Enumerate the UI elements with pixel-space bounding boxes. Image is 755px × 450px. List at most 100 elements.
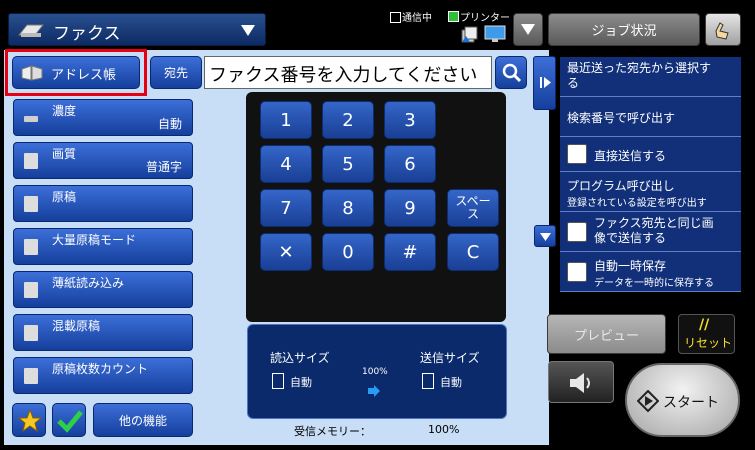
key-clear[interactable]: C	[447, 233, 499, 271]
panel-scroll-down-button[interactable]	[534, 225, 556, 247]
program-recall-title: プログラム呼び出し	[567, 179, 675, 193]
key-3[interactable]: 3	[384, 101, 436, 139]
printer-status-icon	[448, 11, 459, 22]
speaker-icon	[570, 373, 590, 393]
chevron-down-icon	[241, 25, 255, 36]
original-icon	[24, 196, 38, 212]
density-button[interactable]: 濃度 自動	[13, 99, 193, 136]
recent-destination-item[interactable]: 最近送った宛先から選択する	[560, 57, 741, 97]
fax-screen: ファクス 通信中 プリンター ジョブ状況 アドレス帳 宛先 ファクス番号を入力し…	[0, 0, 755, 450]
thin-paper-button[interactable]: 薄紙読み込み	[13, 271, 193, 308]
mixed-size-icon	[24, 325, 38, 341]
auto-save-item[interactable]: 自動一時保存 データを一時的に保存する	[560, 252, 741, 292]
status-area: 通信中 プリンター	[390, 8, 510, 48]
send-size-page-icon	[422, 373, 434, 389]
auto-save-checkbox[interactable]	[567, 262, 587, 282]
reset-button[interactable]: // リセット	[678, 314, 735, 354]
job-build-icon	[24, 239, 38, 255]
image-quality-button[interactable]: 画質 普通字	[13, 142, 193, 179]
operation-guide-button[interactable]	[705, 13, 741, 46]
mixed-size-label: 混載原稿	[52, 319, 101, 333]
other-functions-button[interactable]: 他の機能	[93, 403, 193, 437]
image-quality-label: 画質	[52, 147, 77, 161]
address-book-highlight	[5, 49, 147, 96]
key-9[interactable]: 9	[384, 189, 436, 227]
scan-size-page-icon	[272, 373, 284, 389]
density-value: 自動	[157, 117, 182, 131]
send-size-label: 送信サイズ	[420, 351, 480, 365]
fax-number-input[interactable]: ファクス番号を入力してください	[204, 56, 492, 89]
size-panel: 読込サイズ 自動 100% 送信サイズ 自動	[247, 324, 507, 419]
other-functions-label: 他の機能	[118, 413, 167, 428]
key-4[interactable]: 4	[260, 145, 312, 183]
onhook-button[interactable]	[548, 361, 614, 403]
original-label: 原稿	[52, 190, 77, 204]
density-label: 濃度	[52, 104, 77, 118]
auto-save-subtitle: データを一時的に保存する	[594, 278, 714, 289]
original-count-icon	[24, 368, 38, 384]
expand-arrow-icon	[540, 77, 551, 88]
start-diamond-icon	[637, 390, 659, 412]
key-space[interactable]: スペース	[447, 189, 499, 227]
chevron-down-icon	[521, 24, 535, 35]
star-icon	[18, 409, 42, 433]
search-button[interactable]	[495, 56, 527, 89]
job-build-label: 大量原稿モード	[52, 233, 137, 247]
original-button[interactable]: 原稿	[13, 185, 193, 222]
document-stack-icon	[461, 26, 478, 43]
key-6[interactable]: 6	[384, 145, 436, 183]
key-1[interactable]: 1	[260, 101, 312, 139]
job-build-button[interactable]: 大量原稿モード	[13, 228, 193, 265]
direct-send-label: 直接送信する	[594, 149, 667, 163]
program-recall-subtitle: 登録されている設定を呼び出す	[567, 198, 707, 209]
mode-selector[interactable]: ファクス	[8, 13, 266, 46]
recent-destination-label: 最近送った宛先から選択する	[567, 61, 712, 90]
favorite-button[interactable]	[12, 403, 46, 437]
direct-send-item[interactable]: 直接送信する	[560, 137, 741, 172]
start-label: スタート	[663, 395, 719, 411]
ratio-value: 100%	[362, 367, 388, 377]
program-recall-item[interactable]: プログラム呼び出し 登録されている設定を呼び出す	[560, 172, 741, 212]
checkmark-button[interactable]	[52, 403, 86, 437]
key-7[interactable]: 7	[260, 189, 312, 227]
chevron-down-icon	[540, 233, 551, 241]
key-asterisk[interactable]: ✕	[260, 233, 312, 271]
search-icon	[502, 63, 522, 83]
fax-number-placeholder: ファクス番号を入力してください	[209, 65, 478, 86]
start-button[interactable]: スタート	[625, 363, 740, 437]
recipient-label: 宛先	[163, 66, 188, 80]
panel-expand-button[interactable]	[533, 56, 556, 110]
status-dropdown-button[interactable]	[513, 13, 543, 46]
scan-size-value: 自動	[290, 376, 312, 389]
onhook-label: オンフック	[567, 406, 601, 432]
send-size-value: 自動	[440, 376, 462, 389]
image-quality-icon	[24, 153, 38, 169]
key-2[interactable]: 2	[322, 101, 374, 139]
key-hash[interactable]: #	[384, 233, 436, 271]
key-8[interactable]: 8	[322, 189, 374, 227]
thin-paper-icon	[24, 282, 38, 298]
search-number-label: 検索番号で呼び出す	[567, 111, 676, 125]
thin-paper-label: 薄紙読み込み	[52, 276, 125, 290]
same-image-label: ファクス宛先と同じ画像で送信する	[594, 216, 714, 245]
key-0[interactable]: 0	[322, 233, 374, 271]
arrow-right-icon	[368, 385, 380, 397]
comm-status: 通信中	[402, 13, 432, 24]
mode-title: ファクス	[53, 24, 121, 44]
same-image-checkbox[interactable]	[567, 222, 587, 242]
search-number-item[interactable]: 検索番号で呼び出す	[560, 97, 741, 137]
auto-save-title: 自動一時保存	[594, 259, 667, 273]
preview-button[interactable]: プレビュー	[547, 314, 666, 354]
key-5[interactable]: 5	[322, 145, 374, 183]
original-count-label: 原稿枚数カウント	[52, 362, 149, 376]
job-status-button[interactable]: ジョブ状況	[548, 13, 700, 46]
recipient-button[interactable]: 宛先	[150, 56, 202, 89]
mixed-size-button[interactable]: 混載原稿	[13, 314, 193, 351]
same-image-item[interactable]: ファクス宛先と同じ画像で送信する	[560, 212, 741, 252]
direct-send-checkbox[interactable]	[567, 144, 587, 164]
printer-status: プリンター	[460, 13, 510, 24]
preview-label: プレビュー	[573, 328, 639, 344]
checkmark-icon	[57, 410, 83, 433]
original-count-button[interactable]: 原稿枚数カウント	[13, 357, 193, 394]
comm-checkbox-icon	[390, 12, 401, 23]
